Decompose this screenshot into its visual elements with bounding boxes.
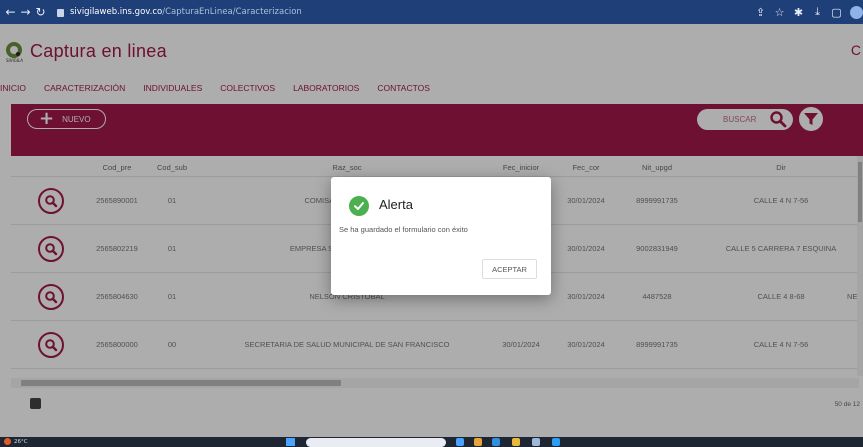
dialog-message: Se ha guardado el formulario con éxito xyxy=(339,225,468,234)
start-icon[interactable] xyxy=(286,438,295,446)
download-icon[interactable]: ⤓ xyxy=(808,5,827,19)
weather-icon xyxy=(4,438,11,445)
alert-dialog: Alerta Se ha guardado el formulario con … xyxy=(331,177,551,295)
forward-icon[interactable]: → xyxy=(18,5,33,19)
address-bar[interactable]: sivigilaweb.ins.gov.co/CapturaEnLinea/Ca… xyxy=(55,4,621,20)
bookmark-star-icon[interactable]: ☆ xyxy=(770,6,789,19)
taskbar-app-icon[interactable] xyxy=(492,438,500,446)
taskbar-app-icon[interactable] xyxy=(474,438,482,446)
url-text: sivigilaweb.ins.gov.co/CapturaEnLinea/Ca… xyxy=(70,7,302,17)
taskbar-app-icon[interactable] xyxy=(552,438,560,446)
os-taskbar: 26°C xyxy=(0,437,863,447)
weather-widget[interactable]: 26°C xyxy=(4,438,28,445)
browser-toolbar: ← → ↻ sivigilaweb.ins.gov.co/CapturaEnLi… xyxy=(0,0,863,24)
accept-button[interactable]: ACEPTAR xyxy=(482,259,537,279)
taskbar-app-icon[interactable] xyxy=(532,438,540,446)
extensions-icon[interactable]: ✱ xyxy=(789,6,808,19)
side-panel-icon[interactable]: ▢ xyxy=(827,6,846,19)
profile-avatar[interactable] xyxy=(850,5,863,19)
taskbar-app-icon[interactable] xyxy=(512,438,520,446)
taskbar-app-icon[interactable] xyxy=(456,438,464,446)
success-check-icon xyxy=(349,196,369,216)
share-icon[interactable]: ⇪ xyxy=(751,6,770,19)
lock-icon xyxy=(57,9,64,17)
back-icon[interactable]: ← xyxy=(3,5,18,19)
reload-icon[interactable]: ↻ xyxy=(33,5,48,19)
dialog-title: Alerta xyxy=(379,197,413,212)
taskbar-search[interactable] xyxy=(306,438,446,447)
